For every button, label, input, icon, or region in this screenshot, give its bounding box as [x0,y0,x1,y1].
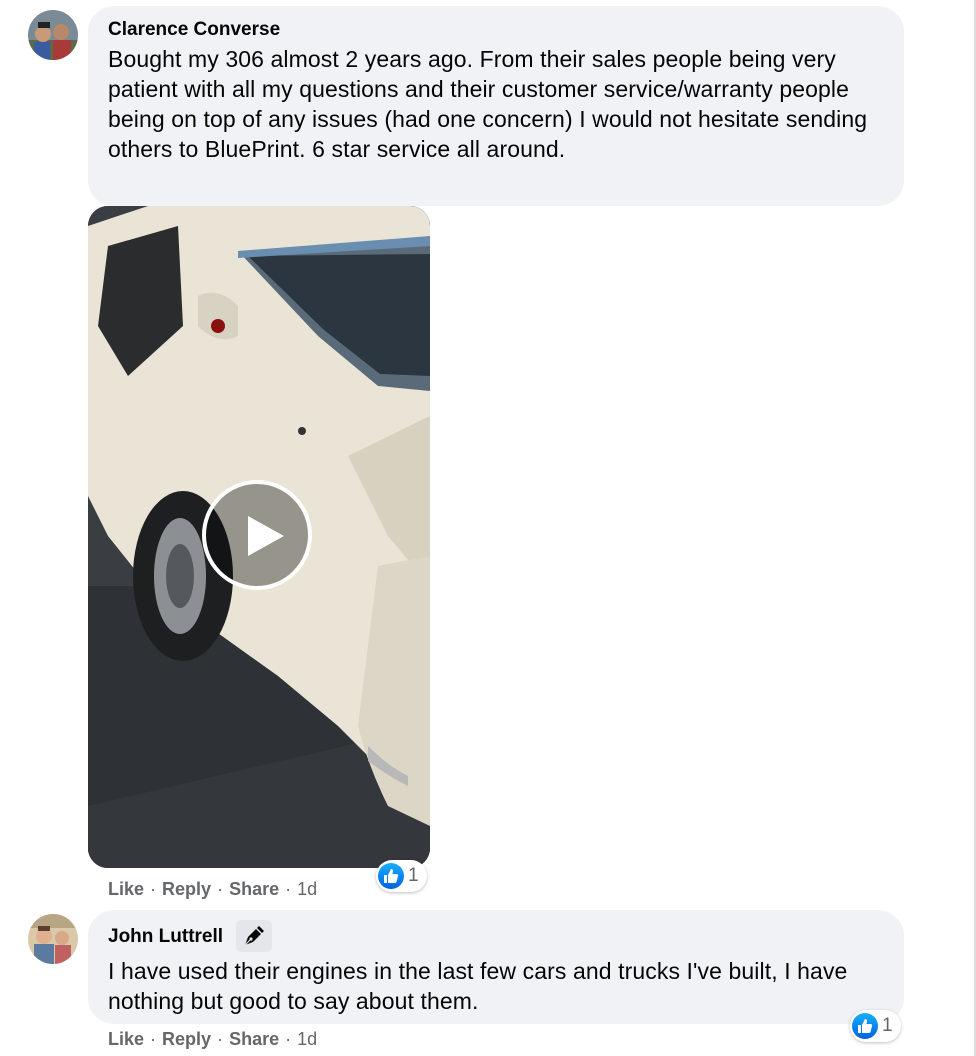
avatar[interactable] [28,10,78,60]
reaction-summary[interactable]: 1 [850,1010,901,1042]
play-icon [248,516,284,556]
timestamp[interactable]: 1d [297,879,317,899]
separator: · [217,1029,224,1049]
comment-author[interactable]: John Luttrell [108,925,223,949]
comment-author[interactable]: Clarence Converse [108,18,280,42]
share-link[interactable]: Share [229,1029,279,1049]
comment-actions: Like · Reply · Share · 1d [108,878,317,900]
share-link[interactable]: Share [229,879,279,899]
separator: · [285,1029,292,1049]
avatar-photo-icon [28,10,78,60]
play-button[interactable] [202,480,312,590]
reaction-count: 1 [408,865,419,886]
reaction-count: 1 [882,1015,893,1036]
comment-bubble: Clarence Converse Bought my 306 almost 2… [88,6,904,206]
separator: · [285,879,292,899]
comment-text: I have used their engines in the last fe… [108,958,848,1014]
comment-bubble: John Luttrell I have used their engines … [88,910,904,1024]
video-attachment[interactable] [88,206,430,868]
timestamp[interactable]: 1d [297,1029,317,1049]
reply-link[interactable]: Reply [162,1029,211,1049]
like-link[interactable]: Like [108,879,144,899]
pen-nib-icon [244,926,264,946]
comment-text: Bought my 306 almost 2 years ago. From t… [108,46,868,162]
separator: · [150,879,157,899]
separator: · [150,1029,157,1049]
reaction-summary[interactable]: 1 [376,860,427,892]
like-link[interactable]: Like [108,1029,144,1049]
avatar[interactable] [28,914,78,964]
comment-actions: Like · Reply · Share · 1d [108,1028,317,1050]
avatar-photo-icon [28,914,78,964]
separator: · [217,879,224,899]
badge[interactable] [235,920,272,952]
thumbs-up-icon [378,863,404,889]
thumbs-up-icon [852,1013,878,1039]
reply-link[interactable]: Reply [162,879,211,899]
